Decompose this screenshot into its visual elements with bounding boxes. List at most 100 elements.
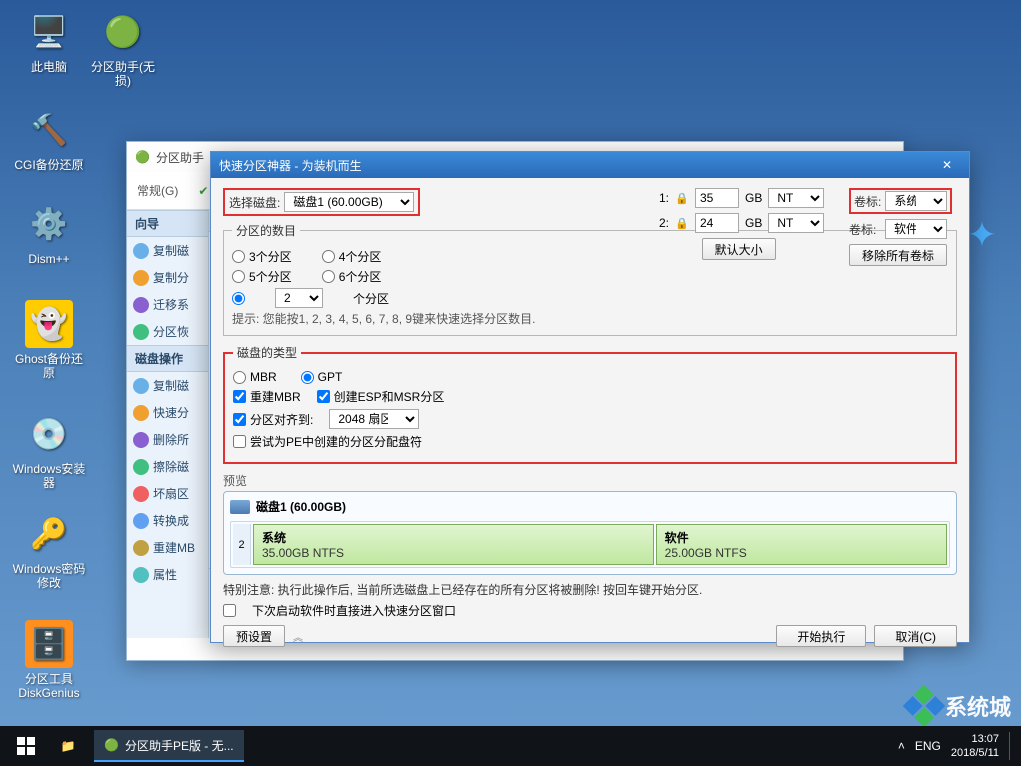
dialog-footer: 特别注意: 执行此操作后, 当前所选磁盘上已经存在的所有分区将被删除! 按回车键…: [223, 575, 957, 647]
sidebar-section-diskops: 磁盘操作: [127, 345, 208, 372]
disk-icon: [230, 500, 250, 514]
p1-unit: GB: [745, 191, 762, 205]
sidebar-section-wizard: 向导: [127, 210, 208, 237]
menu-general[interactable]: 常规(G): [137, 182, 178, 199]
partition-size-group: 1: 🔒 GB NTFS 2: 🔒 GB NTFS 默认大小: [653, 188, 824, 265]
vol-label2: 卷标:: [849, 221, 879, 238]
lock-icon[interactable]: 🔒: [675, 217, 689, 230]
select-disk-dropdown[interactable]: 磁盘1 (60.00GB): [284, 192, 414, 212]
desktop-icon[interactable]: 🔑Windows密码修改: [12, 510, 86, 590]
check-pe-drive-letter[interactable]: 尝试为PE中创建的分区分配盘符: [233, 433, 422, 450]
partition-count-group: 分区的数目 3个分区 4个分区 5个分区 6个分区 2 个分区 提示: 您能按1…: [223, 222, 957, 336]
desktop-icon[interactable]: 🔨CGI备份还原: [12, 106, 86, 172]
sidebar-item[interactable]: 删除所: [127, 426, 208, 453]
windows-logo-icon: [17, 737, 35, 755]
sidebar-item[interactable]: 复制分: [127, 264, 208, 291]
start-button[interactable]: [6, 726, 46, 766]
default-size-button[interactable]: 默认大小: [702, 238, 776, 260]
check-launch-quick[interactable]: 下次启动软件时直接进入快速分区窗口: [223, 602, 957, 619]
chevron-icon: ︽: [293, 629, 303, 644]
sidebar-item[interactable]: 分区恢: [127, 318, 208, 345]
sidebar: 向导 复制磁复制分迁移系分区恢 磁盘操作 复制磁快速分删除所擦除磁坏扇区转换成重…: [127, 210, 209, 638]
partition-count-legend: 分区的数目: [232, 222, 300, 239]
preview-header: 预览: [223, 472, 957, 489]
desktop-icon[interactable]: 🗄️分区工具DiskGenius: [12, 620, 86, 700]
sidebar-item[interactable]: 转换成: [127, 507, 208, 534]
lock-icon[interactable]: 🔒: [675, 192, 689, 205]
radio-5-partitions[interactable]: 5个分区: [232, 268, 292, 285]
select-disk-label: 选择磁盘:: [229, 194, 280, 211]
sidebar-item[interactable]: 擦除磁: [127, 453, 208, 480]
custom-count-suffix: 个分区: [353, 290, 389, 307]
desktop-icon[interactable]: 🟢分区助手(无损): [86, 8, 160, 88]
cancel-button[interactable]: 取消(C): [874, 625, 957, 647]
disk-type-legend: 磁盘的类型: [233, 344, 301, 361]
tray-up-icon[interactable]: ˄: [898, 739, 905, 753]
radio-3-partitions[interactable]: 3个分区: [232, 248, 292, 265]
sidebar-item[interactable]: 迁移系: [127, 291, 208, 318]
sidebar-item[interactable]: 重建MB: [127, 534, 208, 561]
start-button[interactable]: 开始执行: [776, 625, 866, 647]
radio-mbr[interactable]: MBR: [233, 370, 277, 384]
preview-section: 预览 磁盘1 (60.00GB) 2 系统 35.00GB NTFS 软件 25…: [223, 472, 957, 575]
volume-label-group: 卷标: 系统 卷标: 软件 移除所有卷标: [849, 188, 952, 271]
watermark: 系统城: [909, 690, 1011, 722]
decor-gear-icon: ✦: [967, 214, 997, 256]
sidebar-item[interactable]: 坏扇区: [127, 480, 208, 507]
watermark-text: 系统城: [945, 690, 1011, 722]
check-create-esp-msr[interactable]: 创建ESP和MSR分区: [317, 388, 445, 405]
vol2-dropdown[interactable]: 软件: [885, 219, 947, 239]
ime-indicator[interactable]: ENG: [915, 739, 941, 753]
sidebar-item[interactable]: 复制磁: [127, 372, 208, 399]
preview-index: 2: [233, 524, 251, 565]
desktop-icon[interactable]: 🖥️此电脑: [12, 8, 86, 74]
check-rebuild-mbr[interactable]: 重建MBR: [233, 388, 301, 405]
custom-count-dropdown[interactable]: 2: [275, 288, 323, 308]
partition-preview-bar: 2 系统 35.00GB NTFS 软件 25.00GB NTFS: [230, 521, 950, 568]
app-icon: 🟢: [135, 150, 150, 164]
p2-unit: GB: [745, 216, 762, 230]
show-desktop-button[interactable]: [1009, 732, 1015, 760]
taskbar[interactable]: 📁 🟢 分区助手PE版 - 无... ˄ ENG 13:07 2018/5/11: [0, 726, 1021, 766]
p1-fs-dropdown[interactable]: NTFS: [768, 188, 824, 208]
close-icon[interactable]: ✕: [933, 155, 961, 175]
sidebar-item[interactable]: 属性: [127, 561, 208, 588]
taskbar-app-label: 分区助手PE版 - 无...: [125, 737, 234, 754]
taskbar-app-button[interactable]: 🟢 分区助手PE版 - 无...: [94, 730, 244, 762]
preview-disk-name: 磁盘1 (60.00GB): [256, 498, 346, 515]
select-disk-group: 选择磁盘: 磁盘1 (60.00GB): [223, 188, 420, 216]
p1-size-input[interactable]: [695, 188, 739, 208]
taskbar-explorer-icon[interactable]: 📁: [46, 726, 90, 766]
sidebar-item[interactable]: 复制磁: [127, 237, 208, 264]
clock[interactable]: 13:07 2018/5/11: [951, 732, 999, 760]
dialog-title: 快速分区神器 - 为装机而生: [219, 157, 933, 174]
radio-6-partitions[interactable]: 6个分区: [322, 268, 382, 285]
clock-time: 13:07: [951, 732, 999, 746]
clock-date: 2018/5/11: [951, 746, 999, 760]
desktop-icon[interactable]: 💿Windows安装器: [12, 410, 86, 490]
p2-index: 2:: [653, 216, 669, 230]
radio-4-partitions[interactable]: 4个分区: [322, 248, 382, 265]
vol1-dropdown[interactable]: 系统: [885, 191, 947, 211]
preset-button[interactable]: 预设置: [223, 625, 285, 647]
dialog-titlebar[interactable]: 快速分区神器 - 为装机而生 ✕: [211, 152, 969, 178]
preview-partition-1: 系统 35.00GB NTFS: [253, 524, 654, 565]
footer-warning: 特别注意: 执行此操作后, 当前所选磁盘上已经存在的所有分区将被删除! 按回车键…: [223, 581, 957, 598]
watermark-logo-icon: [903, 685, 945, 727]
vol-label: 卷标:: [854, 193, 881, 210]
remove-all-labels-button[interactable]: 移除所有卷标: [849, 244, 947, 266]
preview-partition-2: 软件 25.00GB NTFS: [656, 524, 947, 565]
desktop-icon[interactable]: ⚙️Dism++: [12, 200, 86, 266]
quick-partition-dialog: 快速分区神器 - 为装机而生 ✕ 选择磁盘: 磁盘1 (60.00GB) 分区的…: [210, 151, 970, 643]
sidebar-item[interactable]: 快速分: [127, 399, 208, 426]
check-align[interactable]: 分区对齐到:: [233, 411, 313, 428]
p2-fs-dropdown[interactable]: NTFS: [768, 213, 824, 233]
desktop-icon[interactable]: 👻Ghost备份还原: [12, 300, 86, 380]
align-dropdown[interactable]: 2048 扇区: [329, 409, 419, 429]
app-icon: 🟢: [104, 738, 119, 752]
disk-type-group: 磁盘的类型 MBR GPT 重建MBR 创建ESP和MSR分区 分区对齐到: 2…: [223, 344, 957, 464]
count-hint: 提示: 您能按1, 2, 3, 4, 5, 6, 7, 8, 9键来快速选择分区…: [232, 312, 948, 327]
radio-custom-partitions[interactable]: [232, 292, 245, 305]
radio-gpt[interactable]: GPT: [301, 370, 343, 384]
p2-size-input[interactable]: [695, 213, 739, 233]
